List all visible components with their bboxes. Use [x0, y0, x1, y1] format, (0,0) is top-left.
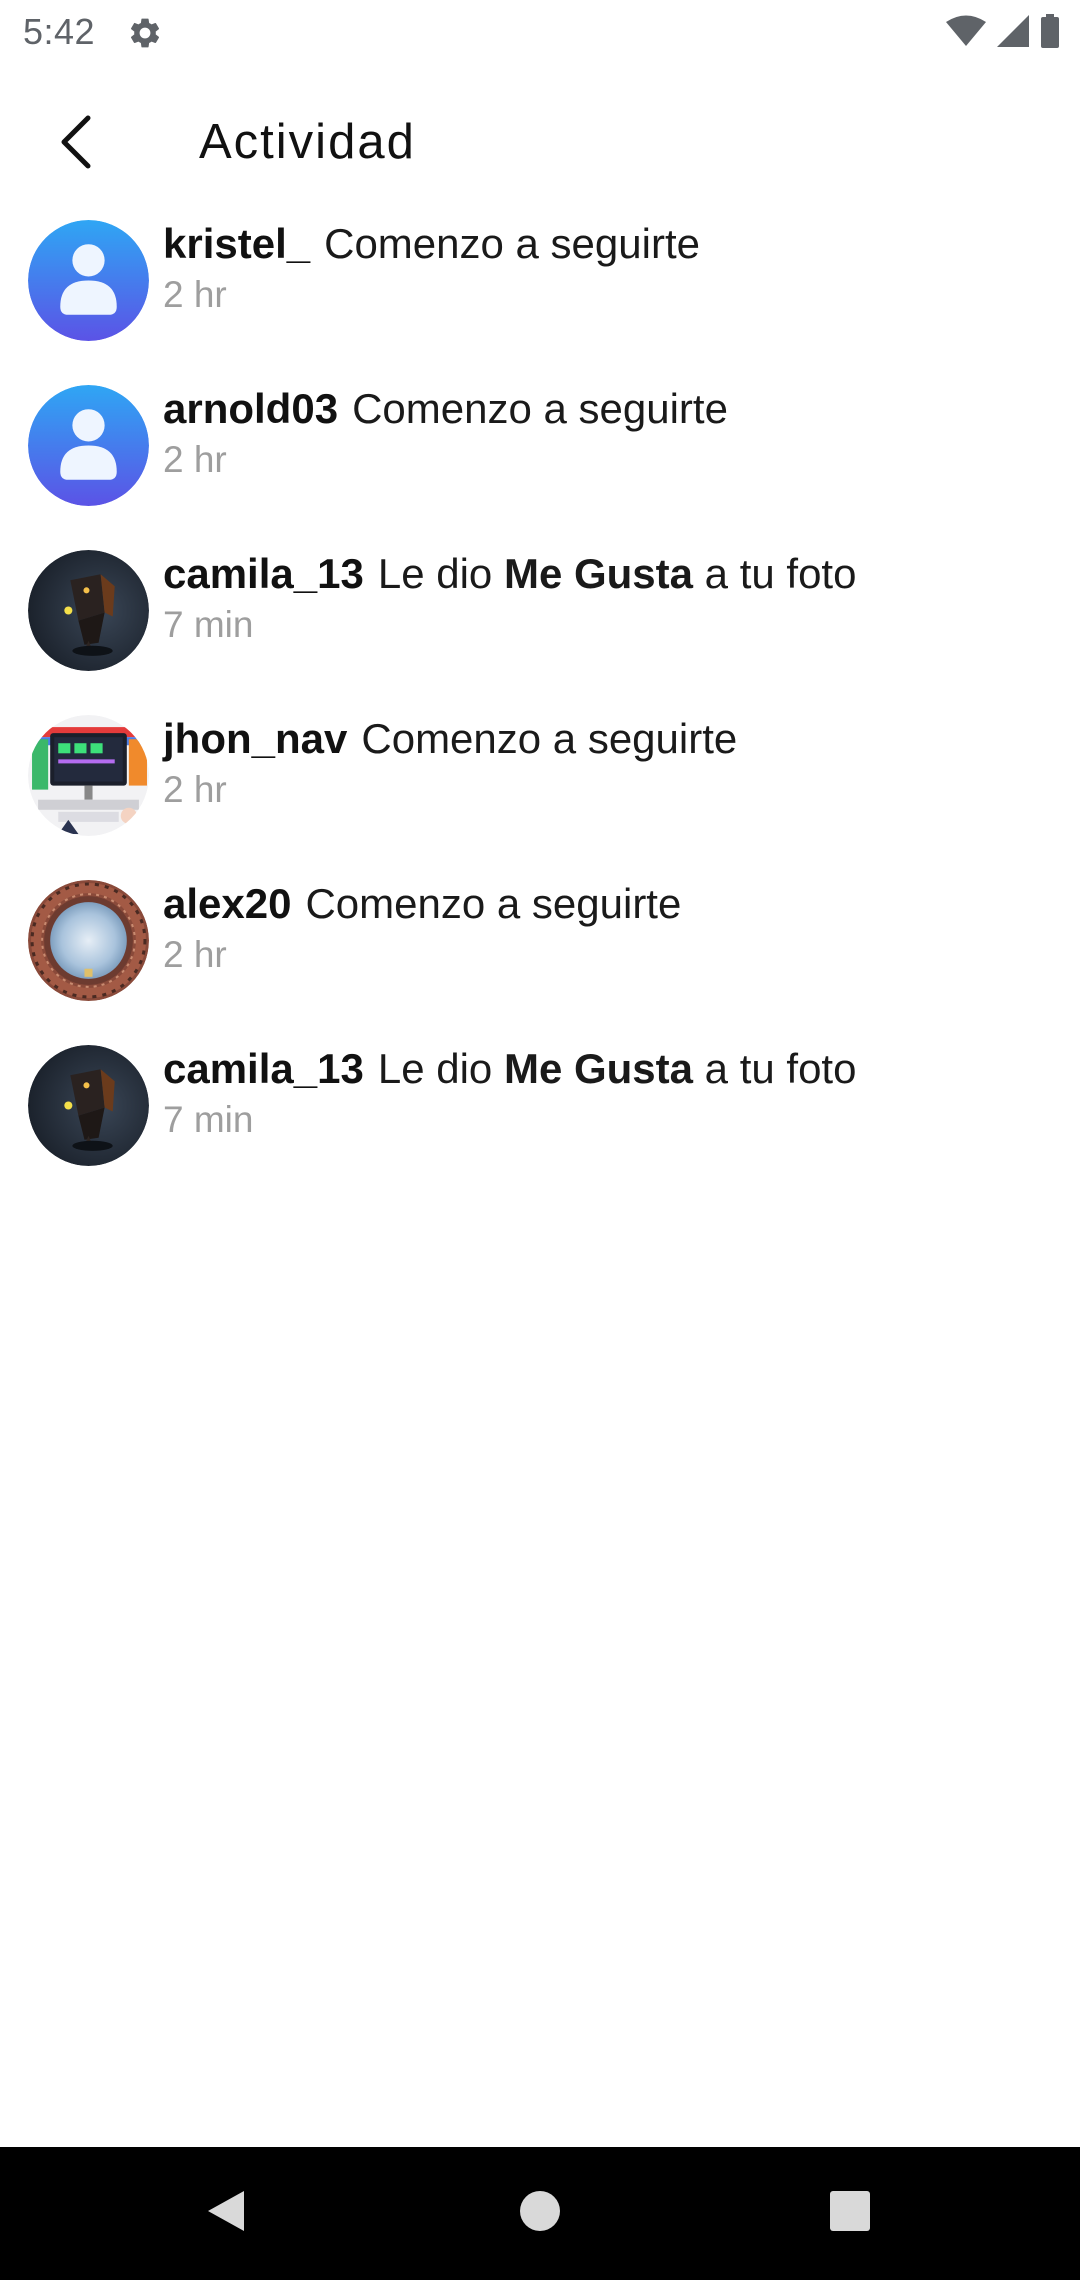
- activity-action: Le dio: [377, 550, 493, 597]
- default-user-avatar-icon: [28, 385, 149, 506]
- chevron-left-icon: [56, 114, 96, 175]
- dark-scene-avatar-icon: [28, 550, 149, 671]
- wifi-icon: [946, 15, 986, 52]
- activity-action: Comenzo a seguirte: [324, 220, 700, 267]
- activity-line: camila_13 Le dio Me Gusta a tu foto: [163, 1043, 1060, 1095]
- sky-building-avatar-icon: [28, 880, 149, 1001]
- like-label: Me Gusta: [503, 550, 693, 597]
- avatar[interactable]: [28, 715, 149, 836]
- username[interactable]: camila_13: [163, 550, 364, 597]
- desk-setup-avatar-icon: [28, 715, 149, 836]
- battery-icon: [1040, 14, 1060, 53]
- avatar[interactable]: [28, 550, 149, 671]
- avatar[interactable]: [28, 220, 149, 341]
- activity-item[interactable]: camila_13 Le dio Me Gusta a tu foto 7 min: [0, 1033, 1080, 1198]
- back-button[interactable]: [40, 108, 112, 180]
- username[interactable]: alex20: [163, 880, 291, 927]
- username[interactable]: jhon_nav: [163, 715, 347, 762]
- status-icons: [936, 14, 1060, 53]
- activity-action: Comenzo a seguirte: [361, 715, 738, 762]
- activity-text: camila_13 Le dio Me Gusta a tu foto 7 min: [163, 548, 1060, 648]
- nav-home-button[interactable]: [500, 2173, 580, 2253]
- recents-square-icon: [829, 2190, 871, 2237]
- gear-icon: [127, 15, 163, 51]
- status-time: 5:42: [23, 11, 96, 52]
- app-bar: Actividad: [0, 90, 1080, 198]
- avatar[interactable]: [28, 385, 149, 506]
- activity-action: Comenzo a seguirte: [352, 385, 728, 432]
- activity-text: arnold03 Comenzo a seguirte 2 hr: [163, 383, 1060, 483]
- activity-time: 2 hr: [163, 274, 227, 315]
- activity-action-suffix: a tu foto: [704, 550, 857, 597]
- like-label: Me Gusta: [503, 1045, 693, 1092]
- back-triangle-icon: [206, 2189, 246, 2238]
- activity-time: 2 hr: [163, 934, 227, 975]
- activity-action: Comenzo a seguirte: [305, 880, 682, 927]
- activity-text: jhon_nav Comenzo a seguirte 2 hr: [163, 713, 1060, 813]
- default-user-avatar-icon: [28, 220, 149, 341]
- activity-line: camila_13 Le dio Me Gusta a tu foto: [163, 548, 1060, 600]
- username[interactable]: camila_13: [163, 1045, 364, 1092]
- activity-time: 2 hr: [163, 439, 227, 480]
- activity-item[interactable]: jhon_nav Comenzo a seguirte 2 hr: [0, 703, 1080, 868]
- activity-item[interactable]: alex20 Comenzo a seguirte 2 hr: [0, 868, 1080, 1033]
- activity-time: 7 min: [163, 1099, 254, 1140]
- activity-text: camila_13 Le dio Me Gusta a tu foto 7 min: [163, 1043, 1060, 1143]
- activity-action-suffix: a tu foto: [704, 1045, 857, 1092]
- activity-text: alex20 Comenzo a seguirte 2 hr: [163, 878, 1060, 978]
- username[interactable]: arnold03: [163, 385, 338, 432]
- system-nav-bar: [0, 2147, 1080, 2280]
- username[interactable]: kristel_: [163, 220, 310, 267]
- status-bar: 5:42: [0, 0, 1080, 66]
- activity-time: 7 min: [163, 604, 254, 645]
- activity-line: arnold03 Comenzo a seguirte: [163, 383, 1060, 435]
- activity-list: kristel_ Comenzo a seguirte 2 hr arnold03…: [0, 208, 1080, 1198]
- nav-recents-button[interactable]: [810, 2173, 890, 2253]
- page-title: Actividad: [199, 115, 416, 169]
- activity-line: jhon_nav Comenzo a seguirte: [163, 713, 1060, 765]
- activity-screen: 5:42 Actividad kristel_ Comenzo a seguir…: [0, 0, 1080, 2280]
- avatar[interactable]: [28, 880, 149, 1001]
- activity-item[interactable]: camila_13 Le dio Me Gusta a tu foto 7 min: [0, 538, 1080, 703]
- home-circle-icon: [519, 2190, 561, 2237]
- cell-signal-icon: [996, 14, 1030, 53]
- activity-item[interactable]: kristel_ Comenzo a seguirte 2 hr: [0, 208, 1080, 373]
- activity-line: alex20 Comenzo a seguirte: [163, 878, 1060, 930]
- dark-scene-avatar-icon: [28, 1045, 149, 1166]
- avatar[interactable]: [28, 1045, 149, 1166]
- activity-item[interactable]: arnold03 Comenzo a seguirte 2 hr: [0, 373, 1080, 538]
- activity-time: 2 hr: [163, 769, 227, 810]
- activity-action: Le dio: [377, 1045, 493, 1092]
- nav-back-button[interactable]: [186, 2173, 266, 2253]
- activity-line: kristel_ Comenzo a seguirte: [163, 218, 1060, 270]
- activity-text: kristel_ Comenzo a seguirte 2 hr: [163, 218, 1060, 318]
